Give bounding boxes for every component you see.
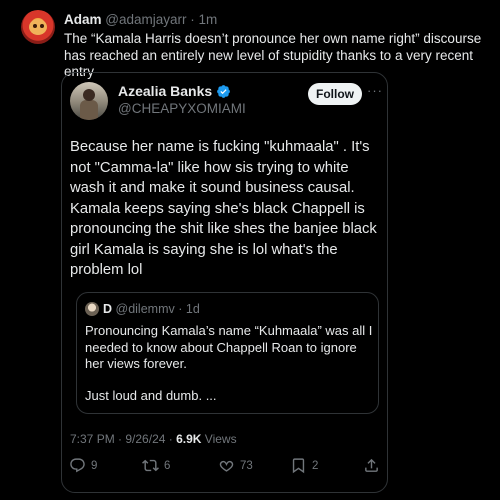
outer-post: Adam @adamjayarr · 1m The “Kamala Harris… — [0, 0, 500, 500]
reply-button[interactable]: 9 — [69, 457, 97, 474]
reply-icon — [70, 458, 85, 473]
post-meta: 7:37 PM · 9/26/24 · 6.9K Views — [70, 432, 237, 446]
quoted-post-card[interactable]: Azealia Banks @CHEAPYXOMIAMI Follow ··· … — [61, 72, 388, 493]
nested-quote-text: Pronouncing Kamala’s name “Kuhmaala” was… — [85, 323, 373, 371]
nested-quote-card[interactable]: D @dilemmv · 1d Pronouncing Kamala’s nam… — [76, 292, 379, 414]
reply-count: 9 — [91, 459, 98, 472]
avatar[interactable] — [21, 10, 55, 44]
views-count: 6.9K — [176, 432, 202, 446]
quoted-author-handle[interactable]: @CHEAPYXOMIAMI — [118, 101, 246, 116]
outer-post-header: Adam @adamjayarr · 1m — [64, 12, 217, 27]
post-timestamp[interactable]: 7:37 PM — [70, 432, 115, 446]
share-button[interactable] — [363, 457, 380, 474]
repost-count: 6 — [164, 459, 171, 472]
bookmark-button[interactable]: 2 — [290, 457, 318, 474]
nested-quote-text-2: Just loud and dumb. ... — [85, 388, 217, 403]
views-label: Views — [204, 432, 237, 446]
author-handle[interactable]: @adamjayarr — [105, 12, 186, 27]
bookmark-icon — [292, 458, 305, 474]
nested-post-time[interactable]: 1d — [186, 302, 200, 316]
repost-button[interactable]: 6 — [142, 457, 170, 474]
nested-author-handle[interactable]: @dilemmv — [116, 302, 175, 316]
quoted-avatar[interactable] — [70, 82, 108, 120]
separator: · — [114, 432, 126, 446]
quoted-author-name-row[interactable]: Azealia Banks — [118, 83, 231, 99]
like-icon — [219, 460, 234, 472]
separator: · — [165, 432, 177, 446]
bookmark-count: 2 — [312, 459, 319, 472]
like-button[interactable]: 73 — [218, 457, 253, 474]
nested-author-name[interactable]: D — [103, 302, 112, 316]
separator: · — [190, 12, 195, 27]
repost-icon — [142, 459, 159, 472]
verified-badge-icon — [217, 84, 231, 98]
quoted-author-name[interactable]: Azealia Banks — [118, 83, 212, 99]
quoted-post-text: Because her name is fucking "kuhmaala" .… — [70, 139, 377, 278]
post-date[interactable]: 9/26/24 — [125, 432, 165, 446]
share-icon — [365, 458, 378, 472]
separator: · — [178, 302, 183, 316]
more-icon[interactable]: ··· — [367, 84, 383, 97]
follow-button[interactable]: Follow — [308, 83, 362, 105]
like-count: 73 — [240, 459, 253, 472]
author-name[interactable]: Adam — [64, 12, 102, 27]
action-bar: 9 6 73 2 — [62, 457, 389, 479]
nested-avatar[interactable] — [85, 302, 99, 316]
post-time[interactable]: 1m — [199, 12, 218, 27]
nested-quote-header: D @dilemmv · 1d — [103, 302, 200, 316]
